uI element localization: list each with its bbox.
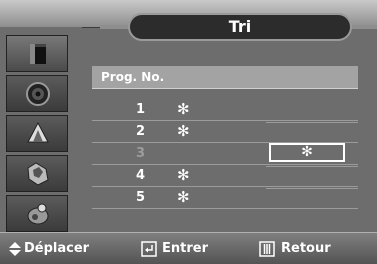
channel-icon (27, 121, 49, 143)
sidebar-item-setup[interactable] (6, 155, 68, 192)
title-connector-right (350, 25, 377, 29)
move-marker: ✻ (301, 144, 313, 160)
program-number: 1 (136, 102, 146, 117)
sidebar-item-picture[interactable] (6, 35, 68, 72)
divider (266, 122, 358, 123)
program-number: 3 (136, 146, 146, 161)
program-number: 2 (136, 124, 146, 139)
list-row-2[interactable]: 2 ✻ (92, 121, 358, 143)
menu-title: Tri (228, 17, 252, 36)
list-row-5[interactable]: 5 ✻ (92, 187, 358, 209)
picture-icon (30, 44, 46, 64)
list-row-1[interactable]: 1 ✻ (92, 99, 358, 121)
list-row-4[interactable]: 4 ✻ (92, 165, 358, 187)
setup-icon (27, 162, 49, 186)
sidebar-item-sound[interactable] (6, 75, 68, 112)
enter-hint: Entrer (162, 241, 208, 256)
program-marker: ✻ (177, 122, 190, 140)
up-down-arrow-icon (9, 242, 21, 256)
program-marker: ✻ (177, 100, 190, 118)
list-header: Prog. No. (92, 66, 358, 89)
program-sort-list: Prog. No. 1 ✻ 2 ✻ 3 4 ✻ 5 ✻ ✻ (92, 66, 358, 210)
program-number: 5 (136, 190, 146, 205)
program-marker: ✻ (177, 188, 190, 206)
program-number: 4 (136, 168, 146, 183)
return-hint: Retour (281, 241, 331, 256)
sidebar-item-input[interactable] (6, 195, 68, 232)
bottom-help-bar: Déplacer Entrer Retour (0, 232, 377, 264)
program-marker: ✻ (177, 166, 190, 184)
tv-osd-screen: Tri Prog. No. 1 ✻ 2 ✻ 3 4 ✻ 5 ✻ ✻ Déplac… (0, 0, 377, 264)
header-label: Prog. No. (101, 70, 165, 84)
menu-title-pill: Tri (128, 13, 352, 41)
move-hint: Déplacer (24, 241, 90, 256)
menu-sidebar (0, 27, 82, 232)
input-icon (27, 203, 49, 225)
move-target-box[interactable]: ✻ (269, 143, 345, 162)
menu-icon (259, 241, 275, 257)
sidebar-item-channel[interactable] (6, 115, 68, 152)
sound-icon (26, 82, 50, 106)
divider (266, 188, 358, 189)
divider (266, 166, 358, 167)
enter-icon (141, 241, 157, 257)
